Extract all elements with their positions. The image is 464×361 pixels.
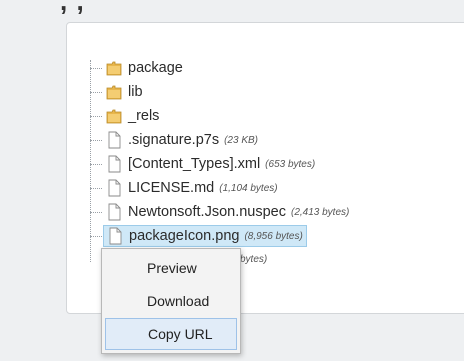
tree-item-label: packageIcon.png bbox=[129, 228, 240, 244]
tree-item-nuspec[interactable]: Newtonsoft.Json.nuspec (2,413 bytes) bbox=[90, 201, 349, 223]
tree-item-label: _rels bbox=[128, 108, 160, 124]
tree-item-package[interactable]: package bbox=[90, 57, 183, 79]
file-size: (2,413 bytes) bbox=[290, 206, 350, 218]
menu-item-copy-url[interactable]: Copy URL bbox=[105, 318, 237, 350]
folder-icon bbox=[106, 83, 122, 101]
file-size: (1,104 bytes) bbox=[219, 182, 278, 194]
menu-item-preview[interactable]: Preview bbox=[105, 252, 237, 284]
menu-item-label: Preview bbox=[147, 260, 197, 276]
file-icon bbox=[107, 227, 123, 245]
file-icon bbox=[106, 131, 122, 149]
menu-item-label: Copy URL bbox=[148, 326, 213, 342]
selection-highlight[interactable]: packageIcon.png (8,956 bytes) bbox=[103, 225, 307, 247]
folder-icon bbox=[106, 59, 122, 77]
file-icon bbox=[106, 155, 122, 173]
file-icon bbox=[106, 203, 122, 221]
file-size: (653 bytes) bbox=[265, 158, 316, 170]
file-size-partial: bytes) bbox=[240, 254, 268, 265]
tree-item-lib[interactable]: lib bbox=[90, 81, 143, 103]
file-size: (8,956 bytes) bbox=[244, 230, 303, 242]
context-menu: Preview Download Copy URL bbox=[101, 248, 241, 354]
tree-item-label: lib bbox=[128, 84, 143, 100]
tree-item-label: LICENSE.md bbox=[128, 180, 215, 196]
tree-item-label: .signature.p7s bbox=[128, 132, 220, 148]
tree-item-content-types[interactable]: [Content_Types].xml (653 bytes) bbox=[90, 153, 315, 175]
tree-item-signature[interactable]: .signature.p7s (23 KB) bbox=[90, 129, 258, 151]
tree-item-label: [Content_Types].xml bbox=[128, 156, 261, 172]
folder-icon bbox=[106, 107, 122, 125]
page-heading-partial: , , bbox=[60, 0, 85, 16]
file-size: (23 KB) bbox=[224, 134, 258, 146]
tree-item-label: package bbox=[128, 60, 183, 76]
menu-item-label: Download bbox=[147, 293, 210, 309]
tree-item-package-icon[interactable]: packageIcon.png (8,956 bytes) bbox=[90, 225, 307, 247]
tree-item-label: Newtonsoft.Json.nuspec bbox=[128, 204, 286, 220]
file-icon bbox=[106, 179, 122, 197]
tree-item-license[interactable]: LICENSE.md (1,104 bytes) bbox=[90, 177, 278, 199]
tree-item-rels[interactable]: _rels bbox=[90, 105, 159, 127]
menu-item-download[interactable]: Download bbox=[105, 285, 237, 317]
